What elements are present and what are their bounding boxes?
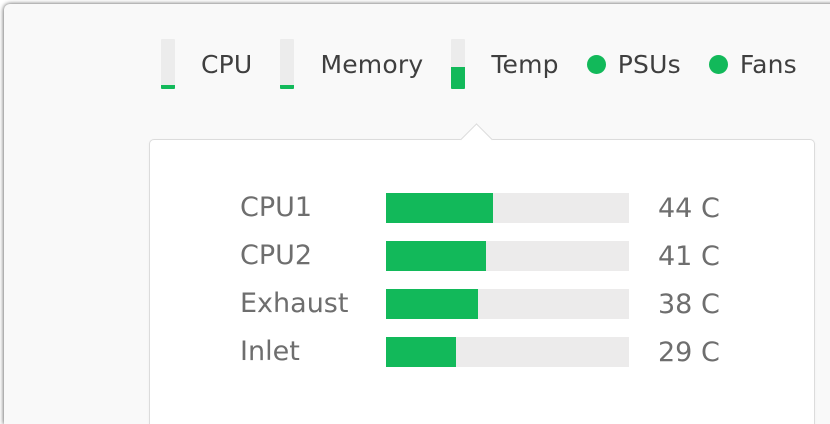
- temp-bar-fill: [386, 241, 486, 271]
- sensor-value: 38 C: [658, 288, 720, 320]
- memory-meter-fill: [280, 85, 295, 89]
- cpu-label: CPU: [201, 49, 253, 79]
- temp-meter: [451, 39, 466, 89]
- status-fans[interactable]: Fans: [708, 34, 797, 94]
- temp-bar-track: [386, 337, 629, 367]
- temp-bar-fill: [386, 289, 479, 319]
- sensor-name: CPU2: [240, 240, 313, 271]
- status-cpu[interactable]: CPU: [161, 34, 252, 94]
- sensor-value: 44 C: [658, 192, 720, 224]
- system-status-bar: CPU Memory Temp PSUs Fans: [161, 34, 797, 94]
- sensor-name: Exhaust: [240, 288, 349, 319]
- temp-bar-fill: [386, 337, 457, 367]
- temperature-popover: CPU1 44 C CPU2 41 C Exhaust 38 C Inlet 2…: [149, 123, 815, 424]
- status-memory[interactable]: Memory: [280, 34, 423, 94]
- sensor-value: 41 C: [658, 240, 720, 272]
- psus-status-dot-icon: [586, 54, 606, 74]
- fans-status-dot-icon: [708, 54, 728, 74]
- memory-label: Memory: [320, 49, 424, 79]
- temp-row-inlet: Inlet 29 C: [240, 328, 720, 376]
- popover-caret: [460, 123, 493, 156]
- sensor-name: Inlet: [240, 336, 300, 367]
- temp-bar-track: [386, 289, 629, 319]
- temp-label: Temp: [491, 49, 559, 79]
- temp-row-cpu2: CPU2 41 C: [240, 232, 720, 280]
- status-temp[interactable]: Temp: [451, 34, 559, 94]
- temp-row-cpu1: CPU1 44 C: [240, 184, 720, 232]
- temp-meter-fill: [451, 66, 466, 89]
- temp-row-exhaust: Exhaust 38 C: [240, 280, 720, 328]
- temperature-list: CPU1 44 C CPU2 41 C Exhaust 38 C Inlet 2…: [240, 184, 720, 376]
- temp-bar-track: [386, 193, 629, 223]
- cpu-meter-fill: [161, 85, 175, 89]
- status-psus[interactable]: PSUs: [586, 34, 681, 94]
- cpu-meter: [161, 39, 175, 89]
- temp-bar-fill: [386, 193, 493, 223]
- app-window: CPU Memory Temp PSUs Fans CPU1 44 C CPU2…: [4, 4, 830, 424]
- sensor-value: 29 C: [658, 336, 720, 368]
- temp-bar-track: [386, 241, 629, 271]
- sensor-name: CPU1: [240, 192, 313, 223]
- psus-label: PSUs: [617, 49, 681, 79]
- memory-meter: [280, 39, 295, 89]
- fans-label: Fans: [739, 49, 797, 79]
